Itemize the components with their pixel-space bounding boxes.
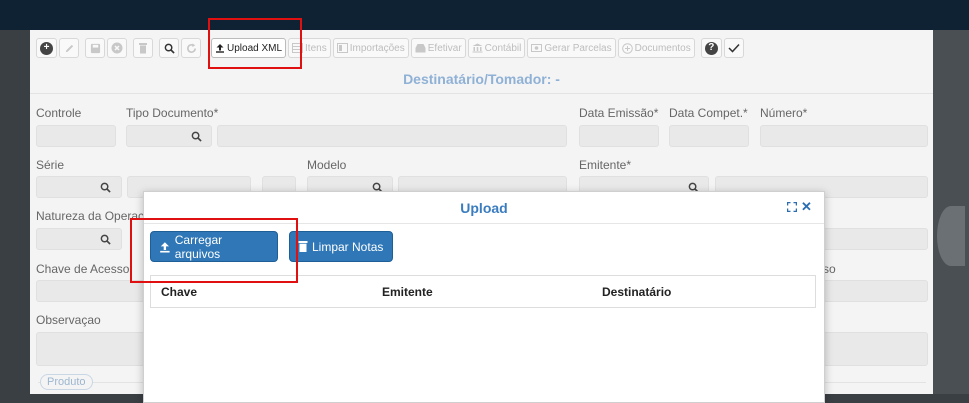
- floppy-icon: [90, 43, 100, 53]
- gerar-parcelas-button[interactable]: Gerar Parcelas: [527, 38, 616, 58]
- search-icon: [164, 43, 175, 54]
- search-icon[interactable]: [100, 234, 111, 245]
- background-decoration: [937, 206, 965, 266]
- natureza-right-field[interactable]: [820, 228, 928, 250]
- page-title: Destinatário/Tomador: -: [403, 71, 560, 87]
- search-button[interactable]: [159, 38, 179, 58]
- column-header-emitente[interactable]: Emitente: [382, 285, 433, 299]
- search-icon[interactable]: [191, 131, 202, 142]
- title-divider: [30, 93, 933, 94]
- serie-label: Série: [36, 158, 65, 172]
- documentos-button[interactable]: Documentos: [617, 38, 695, 58]
- close-icon[interactable]: ✕: [801, 200, 812, 214]
- chave-acesso-field[interactable]: [36, 280, 146, 302]
- gerar-parcelas-label: Gerar Parcelas: [544, 42, 612, 54]
- data-emissao-field[interactable]: [579, 125, 659, 147]
- trash-icon: [298, 241, 308, 252]
- acesso-right-field[interactable]: [820, 280, 928, 302]
- documentos-label: Documentos: [634, 42, 691, 54]
- natureza-code-field[interactable]: [36, 228, 122, 250]
- money-icon: [531, 44, 543, 52]
- produto-tab[interactable]: Produto: [40, 374, 93, 390]
- serie-code-field[interactable]: [36, 176, 122, 198]
- chave-acesso-label: Chave de Acesso: [36, 262, 130, 276]
- observacao-field[interactable]: [36, 332, 146, 366]
- delete-button[interactable]: [133, 38, 153, 58]
- controle-label: Controle: [36, 106, 82, 120]
- plus-circle-outline-icon: [621, 42, 633, 54]
- inbox-icon: [415, 44, 426, 53]
- trash-icon: [139, 43, 147, 54]
- tipo-documento-label: Tipo Documento*: [126, 106, 219, 120]
- column-header-chave[interactable]: Chave: [161, 285, 197, 299]
- tipo-documento-code-field[interactable]: [126, 125, 212, 147]
- list-icon: [336, 43, 348, 53]
- background-area: [933, 30, 969, 394]
- limpar-notas-label: Limpar Notas: [312, 239, 384, 254]
- data-compet-label: Data Compet.*: [669, 106, 748, 120]
- itens-label: Itens: [305, 42, 327, 54]
- observacao-right-field[interactable]: [820, 332, 928, 366]
- maximize-icon[interactable]: [787, 200, 797, 212]
- tipo-documento-desc-field[interactable]: [217, 125, 567, 147]
- data-emissao-label: Data Emissão*: [579, 106, 659, 120]
- pencil-icon: [65, 44, 73, 52]
- toolbar: + Upload XML Itens Importações Efetivar …: [36, 36, 744, 60]
- bank-icon: [472, 43, 483, 53]
- controle-field[interactable]: [36, 125, 116, 147]
- contabil-label: Contábil: [484, 42, 522, 54]
- edit-button[interactable]: [59, 38, 79, 58]
- natureza-operacao-label: Natureza da Operac: [36, 209, 145, 223]
- limpar-notas-button[interactable]: Limpar Notas: [289, 231, 393, 262]
- cancel-button[interactable]: [107, 38, 127, 58]
- data-compet-field[interactable]: [669, 125, 749, 147]
- search-icon[interactable]: [100, 182, 111, 193]
- confirm-button[interactable]: [723, 38, 744, 58]
- highlight-box-upload-xml: [208, 18, 302, 69]
- observacao-label: Observaçao: [36, 313, 101, 327]
- numero-field[interactable]: [760, 125, 928, 147]
- importacoes-label: Importações: [349, 42, 405, 54]
- efetivar-button[interactable]: Efetivar: [410, 38, 466, 58]
- column-header-destinatario[interactable]: Destinatário: [602, 285, 671, 299]
- emitente-label: Emitente*: [579, 158, 632, 172]
- plus-circle-icon: +: [40, 41, 53, 55]
- highlight-box-carregar: [130, 218, 298, 283]
- save-button[interactable]: [85, 38, 105, 58]
- add-button[interactable]: +: [36, 38, 57, 58]
- question-circle-icon: ?: [704, 41, 718, 55]
- contabil-button[interactable]: Contábil: [467, 38, 526, 58]
- help-button[interactable]: ?: [700, 38, 722, 58]
- importacoes-button[interactable]: Importações: [332, 38, 409, 58]
- top-app-bar: [0, 0, 969, 30]
- check-icon: [728, 43, 740, 53]
- cancel-circle-icon: [111, 42, 123, 54]
- refresh-icon: [186, 42, 196, 53]
- modelo-label: Modelo: [307, 158, 347, 172]
- numero-label: Número*: [760, 106, 808, 120]
- efetivar-label: Efetivar: [427, 42, 462, 54]
- refresh-button[interactable]: [181, 38, 201, 58]
